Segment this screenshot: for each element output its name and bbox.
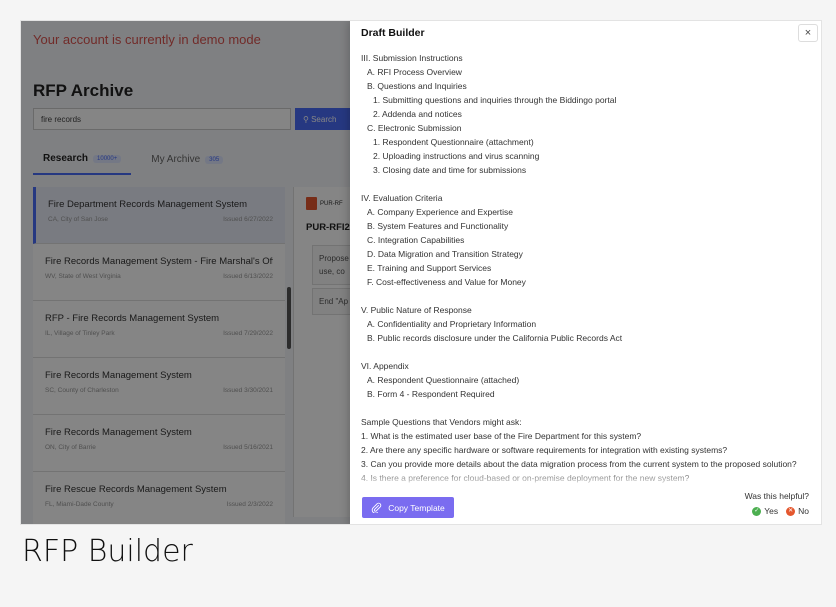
modal-header: Draft Builder × (350, 21, 821, 47)
template-line: B. System Features and Functionality (367, 221, 509, 231)
screenshot-frame: Your account is currently in demo mode R… (20, 20, 822, 525)
paperclip-icon (371, 502, 382, 513)
copy-template-label: Copy Template (388, 502, 445, 513)
draft-builder-modal: Draft Builder × III. Submission Instruct… (350, 21, 821, 524)
template-line: F. Cost-effectiveness and Value for Mone… (367, 277, 526, 287)
template-line: C. Integration Capabilities (367, 235, 465, 245)
modal-footer: Copy Template Was this helpful? ✓ Yes ✕ … (350, 487, 821, 524)
close-button[interactable]: × (798, 24, 818, 42)
template-line: 2. Addenda and notices (373, 109, 462, 119)
page-caption: RFP Builder (22, 534, 193, 569)
scroll-fade (350, 467, 821, 489)
template-line: 1. Submitting questions and inquiries th… (373, 95, 617, 105)
template-line: 2. Uploading instructions and virus scan… (373, 151, 540, 161)
feedback-no[interactable]: ✕ No (786, 506, 809, 516)
template-line: V. Public Nature of Response (361, 305, 472, 315)
feedback-no-label: No (798, 506, 809, 516)
template-line: B. Public records disclosure under the C… (367, 333, 623, 343)
template-line: B. Form 4 - Respondent Required (367, 389, 495, 399)
feedback-yes-label: Yes (764, 506, 779, 516)
template-line: Sample Questions that Vendors might ask: (361, 417, 522, 427)
template-line: B. Questions and Inquiries (367, 81, 467, 91)
feedback-yes[interactable]: ✓ Yes (752, 506, 778, 516)
template-line: A. Company Experience and Expertise (367, 207, 513, 217)
template-line: IV. Evaluation Criteria (361, 193, 443, 203)
feedback-question: Was this helpful? (744, 491, 809, 501)
feedback-prompt: Was this helpful? ✓ Yes ✕ No (745, 491, 809, 516)
template-line: E. Training and Support Services (367, 263, 492, 273)
template-line: A. Respondent Questionnaire (attached) (367, 375, 520, 385)
template-line: III. Submission Instructions (361, 53, 463, 63)
modal-title: Draft Builder (361, 27, 425, 39)
template-line: 2. Are there any specific hardware or so… (361, 445, 728, 455)
copy-template-button[interactable]: Copy Template (362, 497, 454, 518)
template-line: VI. Appendix (361, 361, 409, 371)
template-line: 1. What is the estimated user base of th… (361, 431, 642, 441)
check-circle-icon: ✓ (752, 506, 762, 516)
x-circle-icon: ✕ (786, 506, 796, 516)
draft-template-text: III. Submission Instructions A. RFI Proce… (361, 51, 813, 487)
template-line: C. Electronic Submission (367, 123, 462, 133)
template-line: A. Confidentiality and Proprietary Infor… (367, 319, 537, 329)
template-line: 3. Closing date and time for submissions (373, 165, 527, 175)
template-line: A. RFI Process Overview (367, 67, 462, 77)
template-line: D. Data Migration and Transition Strateg… (367, 249, 523, 259)
feedback-options: ✓ Yes ✕ No (745, 506, 809, 516)
close-icon: × (804, 26, 812, 39)
template-line: 1. Respondent Questionnaire (attachment) (373, 137, 534, 147)
